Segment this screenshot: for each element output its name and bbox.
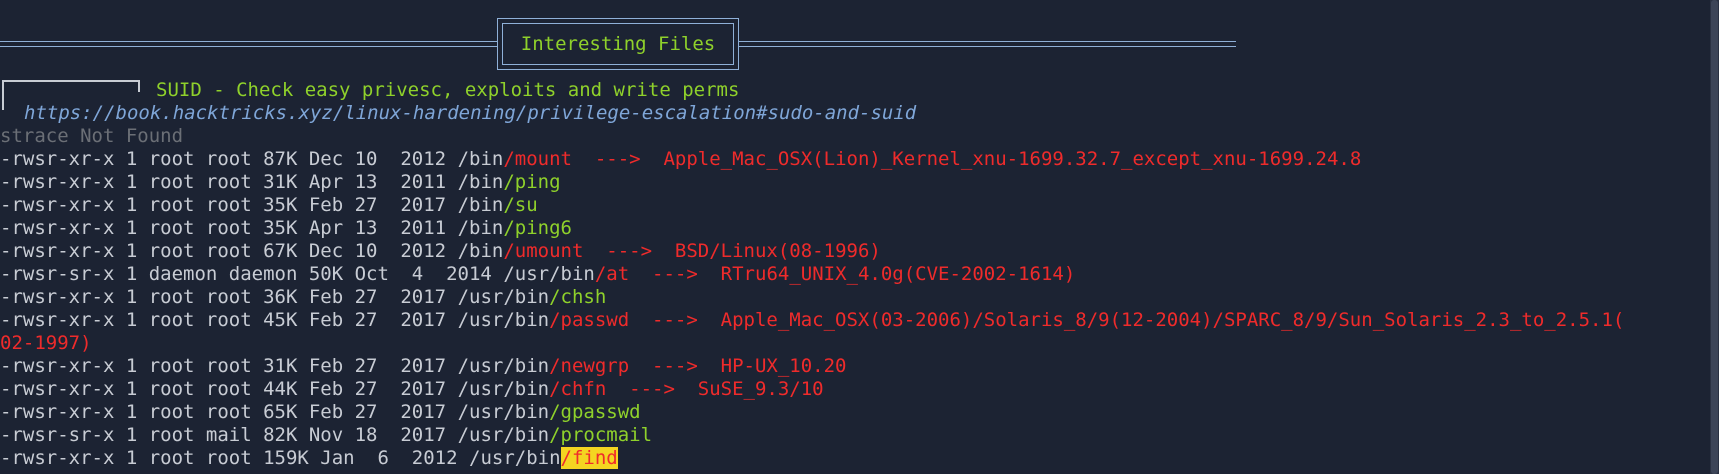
entry-dir: /bin <box>457 171 504 193</box>
entry-binary-name: /chsh <box>549 286 607 308</box>
entry-dir: /bin <box>457 217 504 239</box>
section-box-deco <box>2 80 140 92</box>
suid-entry: -rwsr-xr-x 1 root root 35K Feb 27 2017 /… <box>0 194 538 217</box>
entry-binary-name: /chfn <box>549 378 607 400</box>
suid-entry: -rwsr-xr-x 1 root root 31K Apr 13 2011 /… <box>0 171 561 194</box>
entry-dir: /usr/bin <box>457 378 550 400</box>
entry-binary-name: /passwd <box>549 309 630 331</box>
entry-binary-name: /ping6 <box>503 217 572 239</box>
entry-binary-name: /umount <box>503 240 584 262</box>
entry-dir: /usr/bin <box>503 263 595 285</box>
entry-dir: /bin <box>457 148 504 170</box>
entry-dir: /usr/bin <box>457 286 550 308</box>
suid-entry: -rwsr-xr-x 1 root root 31K Feb 27 2017 /… <box>0 355 847 378</box>
entry-exploit: ---> SuSE_9.3/10 <box>606 378 824 400</box>
section-box-deco-left <box>2 80 6 110</box>
entry-meta: -rwsr-sr-x 1 daemon daemon 50K Oct 4 201… <box>0 263 504 285</box>
suid-entry: -rwsr-xr-x 1 root root 159K Jan 6 2012 /… <box>0 447 618 470</box>
entry-meta: -rwsr-xr-x 1 root root 35K Feb 27 2017 <box>0 194 458 216</box>
suid-entry: -rwsr-xr-x 1 root root 44K Feb 27 2017 /… <box>0 378 824 401</box>
entry-exploit: ---> BSD/Linux(08-1996) <box>583 240 881 262</box>
entry-meta: -rwsr-xr-x 1 root root 159K Jan 6 2012 <box>0 447 469 469</box>
entry-binary-name: /su <box>503 194 538 216</box>
entry-meta: -rwsr-sr-x 1 root mail 82K Nov 18 2017 <box>0 424 458 446</box>
entry-binary-name: /gpasswd <box>549 401 641 423</box>
banner-box: Interesting Files <box>497 18 739 70</box>
scrollbar[interactable] <box>1710 0 1719 474</box>
entry-exploit: ---> RTru64_UNIX_4.0g(CVE-2002-1614) <box>629 263 1076 285</box>
entry-binary-name: /mount <box>503 148 572 170</box>
entry-exploit: ---> Apple_Mac_OSX(03-2006)/Solaris_8/9(… <box>629 309 1625 331</box>
entry-exploit: ---> Apple_Mac_OSX(Lion)_Kernel_xnu-1699… <box>571 148 1362 170</box>
suid-entry: -rwsr-xr-x 1 root root 35K Apr 13 2011 /… <box>0 217 572 240</box>
entry-meta: -rwsr-xr-x 1 root root 65K Feb 27 2017 <box>0 401 458 423</box>
suid-entry: -rwsr-xr-x 1 root root 65K Feb 27 2017 /… <box>0 401 641 424</box>
entry-meta: -rwsr-xr-x 1 root root 31K Apr 13 2011 <box>0 171 458 193</box>
entry-dir: /usr/bin <box>457 355 550 377</box>
entry-dir: /bin <box>457 240 504 262</box>
terminal-window: Interesting Files SUID - Check easy priv… <box>0 0 1719 474</box>
entry-exploit: ---> HP-UX_10.20 <box>629 355 847 377</box>
entry-dir: /bin <box>457 194 504 216</box>
banner-rule-right <box>739 41 1236 47</box>
entry-meta: -rwsr-xr-x 1 root root 45K Feb 27 2017 <box>0 309 458 331</box>
entry-binary-name: /ping <box>503 171 561 193</box>
suid-entry: -rwsr-xr-x 1 root root 36K Feb 27 2017 /… <box>0 286 606 309</box>
entry-meta: -rwsr-xr-x 1 root root 31K Feb 27 2017 <box>0 355 458 377</box>
entry-dir: /usr/bin <box>457 401 550 423</box>
entry-meta: -rwsr-xr-x 1 root root 36K Feb 27 2017 <box>0 286 458 308</box>
entry-binary-name: /find <box>560 447 618 469</box>
banner-rule-left <box>0 41 497 47</box>
entry-binary-name: /procmail <box>549 424 653 446</box>
entry-meta: -rwsr-xr-x 1 root root 44K Feb 27 2017 <box>0 378 458 400</box>
entry-exploit: 02-1997) <box>0 332 92 354</box>
section-title: SUID - Check easy privesc, exploits and … <box>156 79 740 101</box>
entry-dir: /usr/bin <box>469 447 561 469</box>
suid-entry: 02-1997) <box>0 332 92 355</box>
entry-meta: -rwsr-xr-x 1 root root 87K Dec 10 2012 <box>0 148 458 170</box>
scrollbar-thumb[interactable] <box>1711 0 1718 474</box>
entry-binary-name: /at <box>594 263 630 285</box>
entry-dir: /usr/bin <box>457 309 550 331</box>
suid-entry: -rwsr-sr-x 1 daemon daemon 50K Oct 4 201… <box>0 263 1075 286</box>
suid-entry: -rwsr-sr-x 1 root mail 82K Nov 18 2017 /… <box>0 424 652 447</box>
entry-meta: -rwsr-xr-x 1 root root 67K Dec 10 2012 <box>0 240 458 262</box>
banner-title: Interesting Files <box>502 23 734 65</box>
entry-binary-name: /newgrp <box>549 355 630 377</box>
strace-note: strace Not Found <box>0 125 184 147</box>
suid-entry: -rwsr-xr-x 1 root root 87K Dec 10 2012 /… <box>0 148 1361 171</box>
entry-dir: /usr/bin <box>457 424 550 446</box>
suid-entry: -rwsr-xr-x 1 root root 45K Feb 27 2017 /… <box>0 309 1624 332</box>
entry-meta: -rwsr-xr-x 1 root root 35K Apr 13 2011 <box>0 217 458 239</box>
suid-entry: -rwsr-xr-x 1 root root 67K Dec 10 2012 /… <box>0 240 881 263</box>
section-link[interactable]: https://book.hacktricks.xyz/linux-harden… <box>24 102 916 125</box>
